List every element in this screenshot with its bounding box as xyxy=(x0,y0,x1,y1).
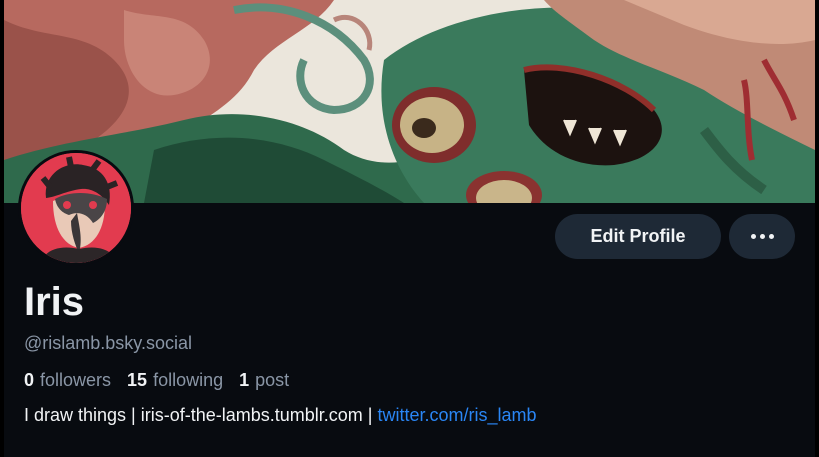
following-count: 15 xyxy=(127,370,148,390)
profile-handle: @rislamb.bsky.social xyxy=(24,333,192,353)
following-label: following xyxy=(153,370,224,390)
edit-profile-button[interactable]: Edit Profile xyxy=(555,214,721,259)
ellipsis-dot xyxy=(768,234,774,239)
following-stat[interactable]: 15 following xyxy=(127,370,223,391)
bio-text: I draw things | iris-of-the-lambs.tumblr… xyxy=(24,405,378,425)
followers-count: 0 xyxy=(24,370,35,390)
bio-twitter-link[interactable]: twitter.com/ris_lamb xyxy=(377,405,536,425)
posts-label: post xyxy=(255,370,290,390)
banner-artwork xyxy=(4,0,815,203)
profile-bio: I draw things | iris-of-the-lambs.tumblr… xyxy=(24,405,537,426)
profile-page: Edit Profile Iris @rislamb.bsky.social 0… xyxy=(4,0,815,457)
profile-display-name: Iris xyxy=(24,280,85,324)
ellipsis-dot xyxy=(759,234,765,239)
profile-stats: 0 followers 15 following 1 post xyxy=(24,370,289,391)
ellipsis-dot xyxy=(750,234,756,239)
posts-count: 1 xyxy=(239,370,250,390)
profile-banner-image[interactable] xyxy=(4,0,815,203)
profile-avatar[interactable] xyxy=(18,150,134,266)
ellipsis-icon xyxy=(750,234,774,239)
followers-label: followers xyxy=(40,370,112,390)
more-options-button[interactable] xyxy=(729,214,795,259)
posts-stat: 1 post xyxy=(239,370,289,391)
followers-stat[interactable]: 0 followers xyxy=(24,370,111,391)
avatar-artwork xyxy=(21,153,131,263)
